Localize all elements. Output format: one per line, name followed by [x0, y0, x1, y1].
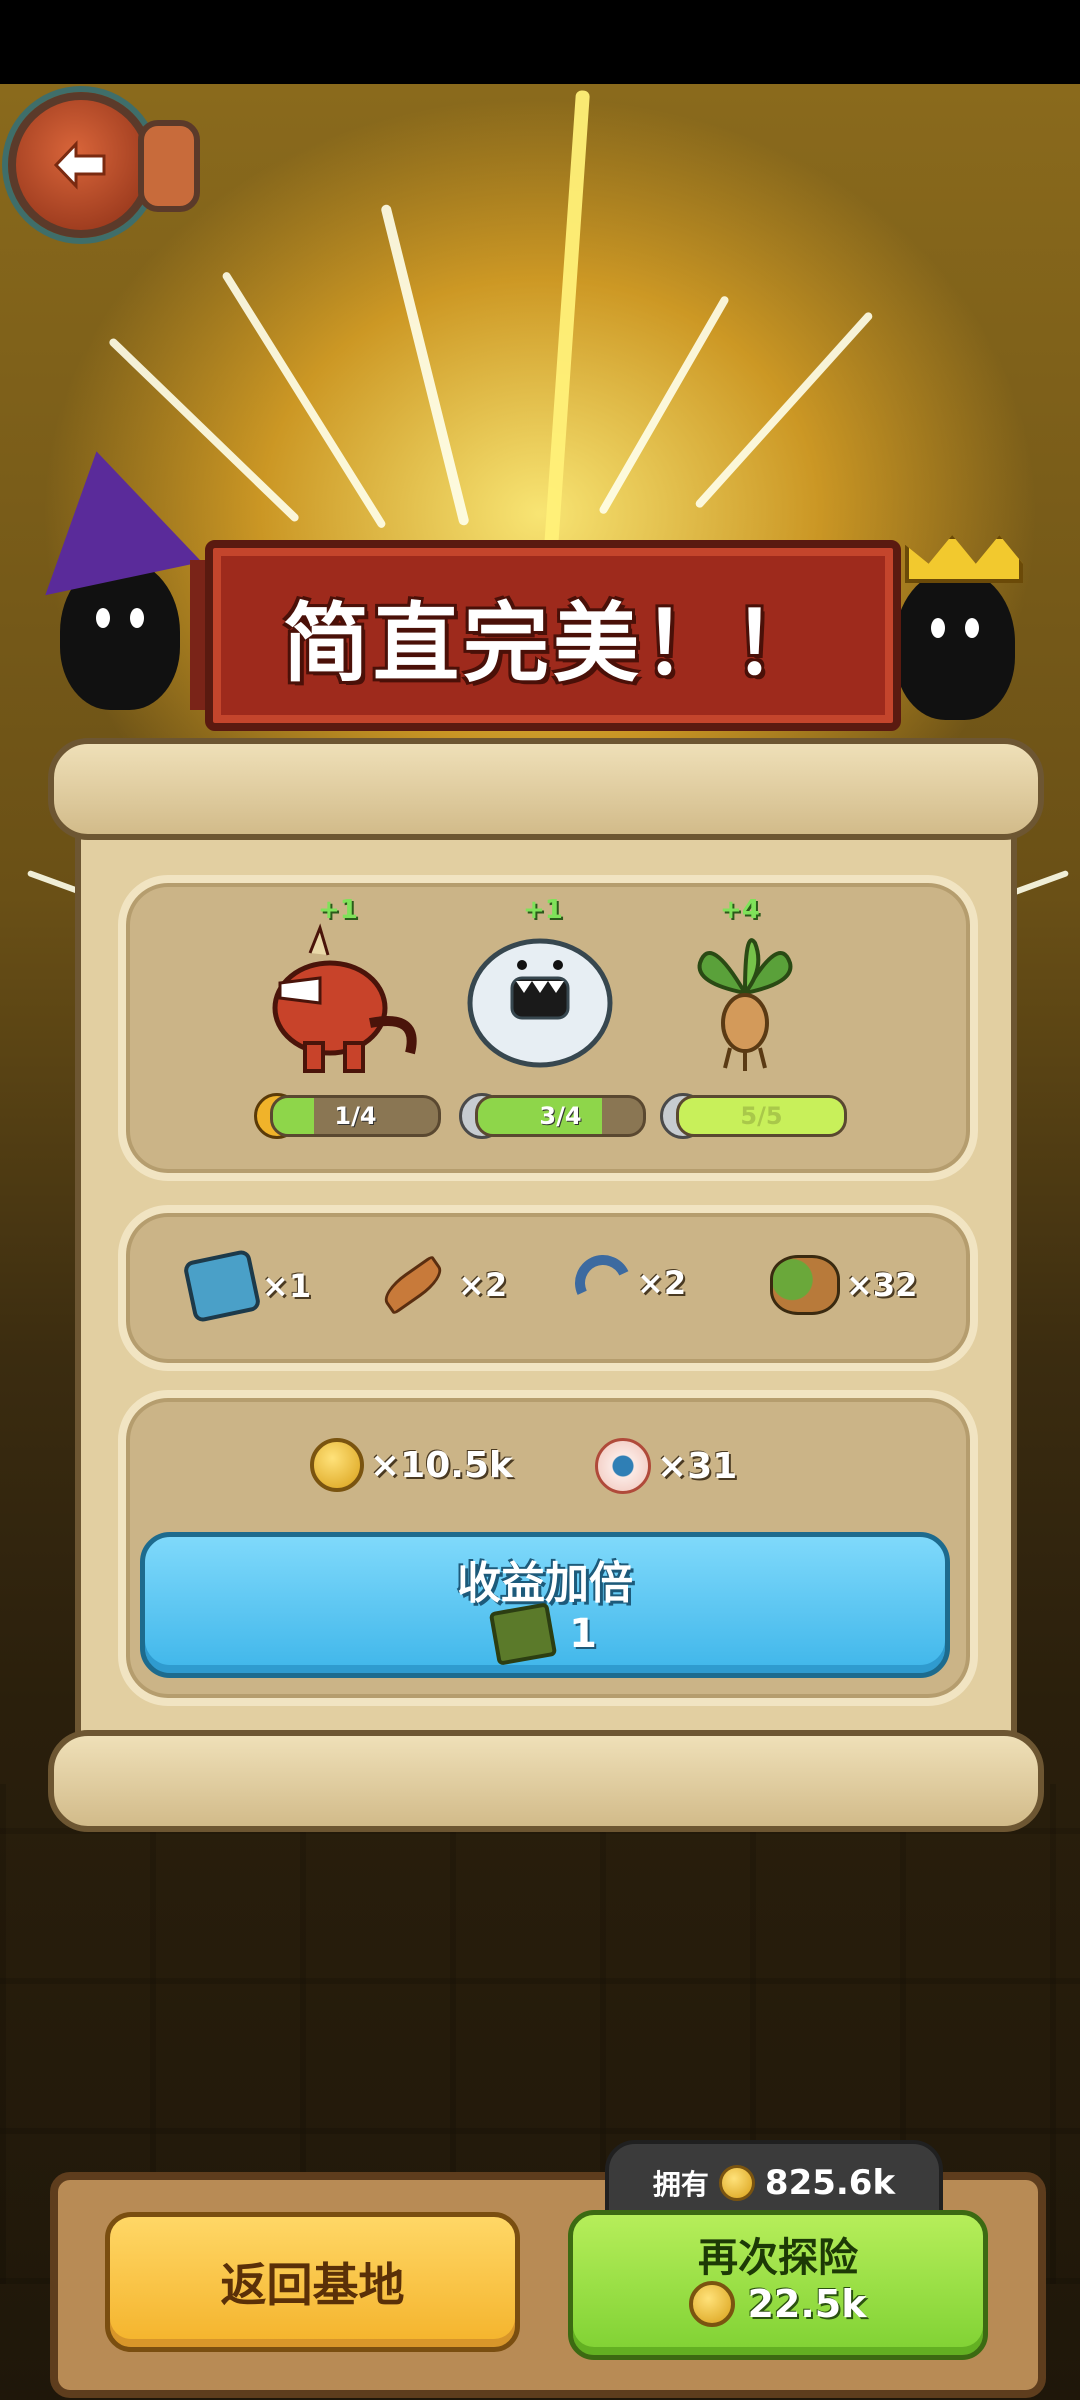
owned-value: 825.6k — [764, 2163, 896, 2203]
item-reward[interactable]: ×2 — [377, 1254, 508, 1316]
green-shell-icon — [770, 1255, 840, 1315]
red-dinosaur-creature-icon — [272, 923, 417, 1073]
creature-eye — [931, 618, 945, 638]
eyeball-reward: ×31 — [595, 1438, 737, 1494]
banner-title: 简直完美！！ — [283, 594, 823, 694]
gold-coin-icon — [718, 2165, 755, 2201]
double-reward-button[interactable]: 收益加倍 1 — [140, 1532, 950, 1678]
white-yeti-creature-icon — [467, 938, 613, 1068]
explore-again-button[interactable]: 再次探险 22.5k — [568, 2210, 988, 2360]
scroll-roll-bottom — [48, 1730, 1044, 1832]
progress-text: 5/5 — [740, 1102, 783, 1130]
explore-again-cost-value: 22.5k — [747, 2282, 867, 2326]
creature-eye — [130, 608, 144, 628]
result-banner: 简直完美！！ — [205, 540, 901, 731]
ticket-icon — [488, 1602, 558, 1666]
progress-text: 1/4 — [334, 1102, 377, 1130]
double-reward-label: 收益加倍 — [457, 1558, 633, 1609]
creature-progress-bar: 3/4 — [475, 1095, 646, 1137]
item-reward[interactable]: ×1 — [182, 1248, 312, 1324]
item-reward[interactable]: ×32 — [770, 1255, 917, 1315]
blue-relic-icon — [182, 1248, 262, 1324]
progress-text: 3/4 — [539, 1102, 582, 1130]
creature-progress-bar: 1/4 — [270, 1095, 441, 1137]
eyeball-reward-qty: ×31 — [657, 1445, 738, 1487]
gold-coin-icon — [310, 1438, 364, 1492]
scroll-roll-top — [48, 738, 1044, 840]
eyeball-icon — [595, 1438, 651, 1494]
back-button-tab — [138, 120, 200, 212]
double-reward-cost-value: 1 — [569, 1611, 597, 1657]
creature-plus: +1 — [318, 895, 358, 925]
item-qty: ×2 — [458, 1266, 508, 1304]
crowned-creature — [895, 570, 1015, 720]
explore-again-cost: 22.5k — [573, 2281, 983, 2327]
item-qty: ×32 — [846, 1266, 918, 1304]
coin-reward: ×10.5k — [310, 1438, 513, 1492]
item-qty: ×1 — [262, 1267, 312, 1305]
creature-eye — [965, 618, 979, 638]
back-arrow-icon — [53, 140, 106, 190]
explore-again-label: 再次探险 — [698, 2235, 858, 2281]
double-reward-cost: 1 — [145, 1602, 945, 1666]
item-reward[interactable]: ×2 — [567, 1247, 687, 1319]
feather-icon — [377, 1254, 449, 1316]
creature-eye — [96, 608, 110, 628]
item-qty: ×2 — [637, 1264, 687, 1302]
status-bar — [0, 0, 1080, 84]
coin-reward-qty: ×10.5k — [370, 1444, 513, 1486]
gold-coin-icon — [689, 2281, 736, 2327]
mandrake-plant-creature-icon — [697, 938, 793, 1071]
return-base-button[interactable]: 返回基地 — [105, 2212, 520, 2352]
blue-worm-icon — [567, 1247, 639, 1319]
owned-label: 拥有 — [652, 2168, 709, 2201]
creature-plus: +1 — [523, 895, 563, 925]
back-button[interactable] — [8, 92, 154, 238]
creature-progress-bar: 5/5 — [676, 1095, 847, 1137]
creature-plus: +4 — [720, 895, 760, 925]
